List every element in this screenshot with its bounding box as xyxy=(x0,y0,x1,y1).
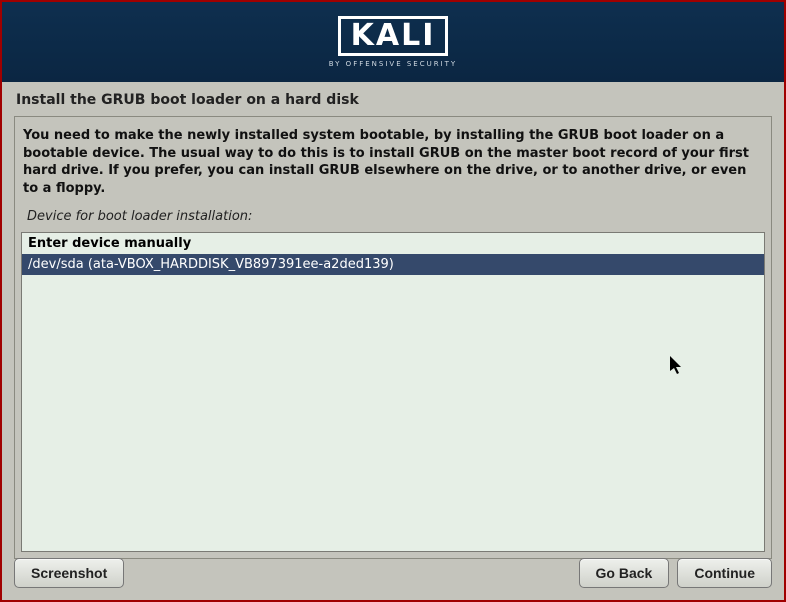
button-row: Screenshot Go Back Continue xyxy=(14,558,772,588)
instruction-text: You need to make the newly installed sys… xyxy=(15,117,771,205)
option-enter-manually[interactable]: Enter device manually xyxy=(22,233,764,254)
go-back-button[interactable]: Go Back xyxy=(579,558,670,588)
device-listbox[interactable]: Enter device manually /dev/sda (ata-VBOX… xyxy=(21,232,765,552)
brand-text: KALI xyxy=(351,21,436,51)
option-dev-sda[interactable]: /dev/sda (ata-VBOX_HARDDISK_VB897391ee-a… xyxy=(22,254,764,275)
continue-button[interactable]: Continue xyxy=(677,558,772,588)
content-panel: You need to make the newly installed sys… xyxy=(14,116,772,559)
page-title: Install the GRUB boot loader on a hard d… xyxy=(2,82,784,116)
device-prompt: Device for boot loader installation: xyxy=(15,205,771,230)
installer-header: KALI BY OFFENSIVE SECURITY xyxy=(2,2,784,82)
brand-subtitle: BY OFFENSIVE SECURITY xyxy=(329,60,457,68)
screenshot-button[interactable]: Screenshot xyxy=(14,558,124,588)
kali-logo: KALI BY OFFENSIVE SECURITY xyxy=(329,16,457,68)
